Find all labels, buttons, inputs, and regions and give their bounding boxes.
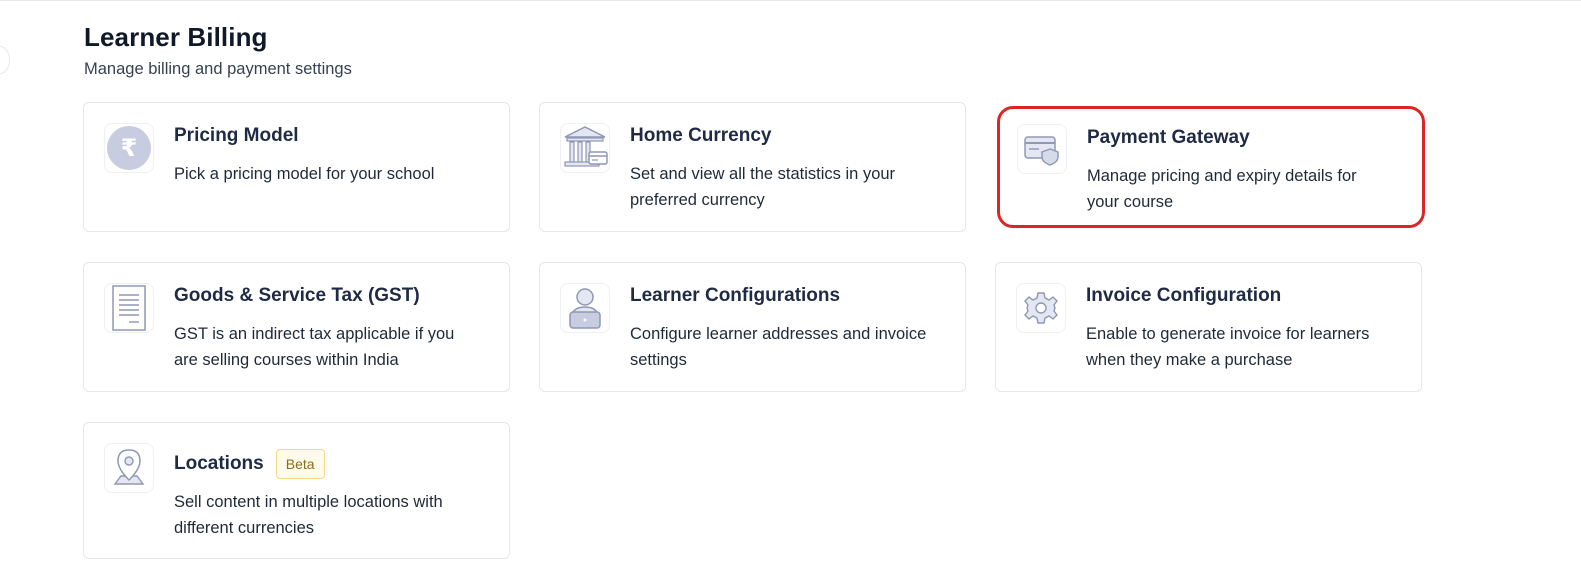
top-divider xyxy=(0,0,1581,1)
card-title: Learner Configurations xyxy=(630,285,841,306)
sidebar-toggle[interactable] xyxy=(0,46,10,74)
page-title: Learner Billing xyxy=(84,22,268,52)
gear-icon xyxy=(1016,283,1066,333)
user-laptop-icon xyxy=(560,283,610,333)
credit-card-shield-icon xyxy=(1017,124,1067,174)
card-title: Home Currency xyxy=(630,125,772,146)
card-invoice-configuration[interactable]: Invoice Configuration Enable to generate… xyxy=(995,262,1422,392)
rupee-icon: ₹ xyxy=(104,123,154,173)
card-title: Goods & Service Tax (GST) xyxy=(174,285,420,306)
card-title: Invoice Configuration xyxy=(1086,285,1282,306)
bank-icon xyxy=(560,123,610,173)
beta-badge: Beta xyxy=(275,449,325,479)
card-title: Locations Beta xyxy=(174,449,325,479)
card-description: GST is an indirect tax applicable if you… xyxy=(174,325,455,369)
card-title: Pricing Model xyxy=(174,125,299,146)
svg-text:₹: ₹ xyxy=(121,134,138,162)
card-home-currency[interactable]: Home Currency Set and view all the stati… xyxy=(539,102,966,232)
card-title: Payment Gateway xyxy=(1087,127,1250,148)
card-title-text: Locations xyxy=(174,453,264,474)
page-subtitle: Manage billing and payment settings xyxy=(84,60,352,78)
card-description: Sell content in multiple locations with … xyxy=(174,493,443,537)
document-icon xyxy=(104,283,154,333)
card-locations[interactable]: Locations Beta Sell content in multiple … xyxy=(83,422,510,559)
card-learner-configurations[interactable]: Learner Configurations Configure learner… xyxy=(539,262,966,392)
card-gst[interactable]: Goods & Service Tax (GST) GST is an indi… xyxy=(83,262,510,392)
map-pin-icon xyxy=(104,443,154,493)
card-description: Configure learner addresses and invoice … xyxy=(630,325,927,369)
card-payment-gateway[interactable]: Payment Gateway Manage pricing and expir… xyxy=(997,106,1425,228)
card-description: Pick a pricing model for your school xyxy=(174,165,435,183)
card-description: Manage pricing and expiry details for yo… xyxy=(1087,167,1357,211)
card-description: Set and view all the statistics in your … xyxy=(630,165,896,209)
card-description: Enable to generate invoice for learners … xyxy=(1086,325,1370,369)
card-pricing-model[interactable]: ₹ Pricing Model Pick a pricing model for… xyxy=(83,102,510,232)
